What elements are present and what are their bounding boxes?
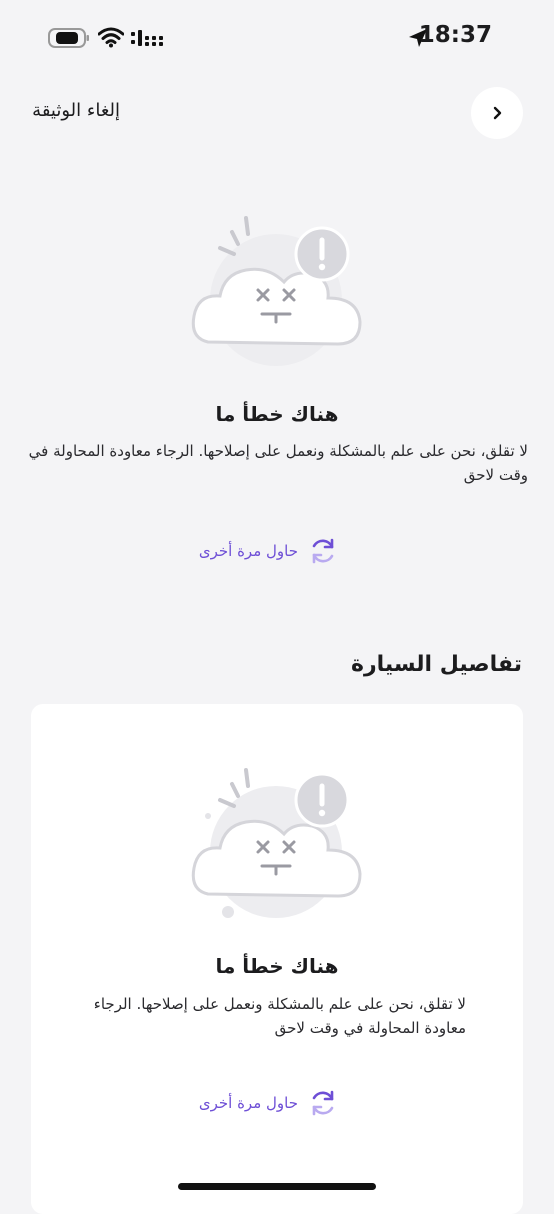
wifi-icon bbox=[98, 27, 124, 48]
retry-button[interactable]: حاول مرة أخرى bbox=[199, 536, 338, 566]
retry-label: حاول مرة أخرى bbox=[198, 542, 298, 560]
cloud-error-icon bbox=[191, 216, 362, 366]
section-title-car-details: تفاصيل السيارة bbox=[351, 652, 522, 677]
error-message: لا تقلق، نحن على علم بالمشكلة ونعمل على … bbox=[28, 442, 528, 484]
signal-icon bbox=[131, 30, 163, 46]
battery-icon bbox=[48, 28, 89, 48]
error-message: لا تقلق، نحن على علم بالمشكلة ونعمل على … bbox=[93, 995, 466, 1037]
refresh-icon bbox=[312, 1090, 334, 1116]
status-time: 18:37 bbox=[418, 22, 492, 48]
home-indicator[interactable] bbox=[178, 1183, 376, 1190]
back-button[interactable] bbox=[471, 87, 523, 139]
retry-label: حاول مرة أخرى bbox=[198, 1094, 298, 1112]
status-bar: 18:37 bbox=[0, 0, 554, 80]
error-title: هناك خطأ ما bbox=[215, 402, 339, 426]
error-title: هناك خطأ ما bbox=[215, 954, 339, 978]
chevron-right-icon bbox=[493, 106, 502, 120]
retry-button[interactable]: حاول مرة أخرى bbox=[199, 1088, 338, 1118]
cloud-error-icon bbox=[191, 768, 362, 918]
refresh-icon bbox=[312, 538, 334, 564]
cancel-document-link[interactable]: إلغاء الوثيقة bbox=[32, 100, 120, 121]
